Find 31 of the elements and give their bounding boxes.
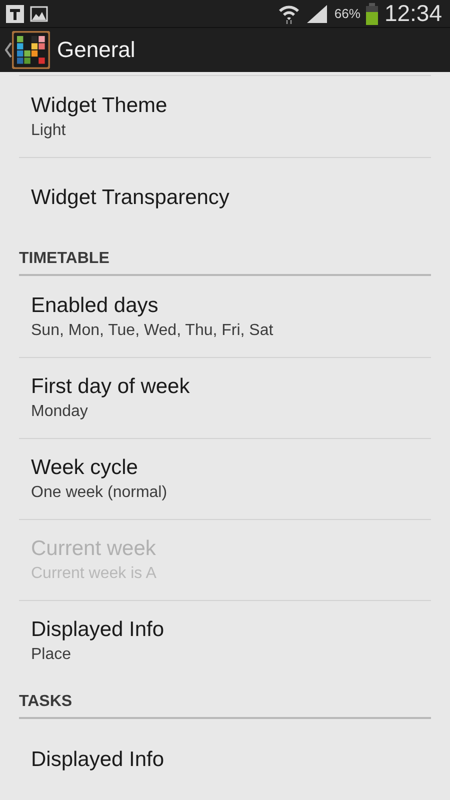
battery-percentage: 66% [334,6,360,21]
preference-item[interactable]: Displayed Info Place [19,600,431,681]
preference-summary: Place [31,646,72,664]
screen-title: General [57,37,136,63]
preference-title: Displayed Info [31,748,166,772]
preference-title: Week cycle [31,456,139,480]
preference-item[interactable]: Widget Transparency [19,157,431,238]
image-notification-icon [30,6,48,22]
battery-icon [366,2,378,24]
section-header: TASKS [19,693,72,711]
preference-item[interactable]: Widget Theme Light [19,76,431,157]
preference-summary: Sun, Mon, Tue, Wed, Thu, Fri, Sat [31,322,274,340]
text-notification-icon [6,4,24,22]
preference-item[interactable]: Enabled days Sun, Mon, Tue, Wed, Thu, Fri, Sat [19,276,431,357]
clock: 12:34 [384,0,442,27]
preference-summary: One week (normal) [31,484,168,502]
preference-title: Enabled days [31,294,160,318]
preference-title: Displayed Info [31,618,166,642]
section-header: TIMETABLE [19,250,110,268]
preference-item[interactable]: Displayed Info [19,719,431,800]
preference-title: Widget Transparency [31,186,230,210]
app-icon [12,31,50,69]
preference-item[interactable]: Week cycle One week (normal) [19,438,431,519]
preference-title: Current week [31,537,157,561]
preference-title: First day of week [31,375,191,399]
preference-summary: Monday [31,403,89,421]
preference-summary: Light [31,122,67,140]
back-icon[interactable] [5,42,12,58]
signal-icon [306,4,328,24]
preference-title: Widget Theme [31,94,168,118]
preference-item[interactable]: First day of week Monday [19,357,431,438]
